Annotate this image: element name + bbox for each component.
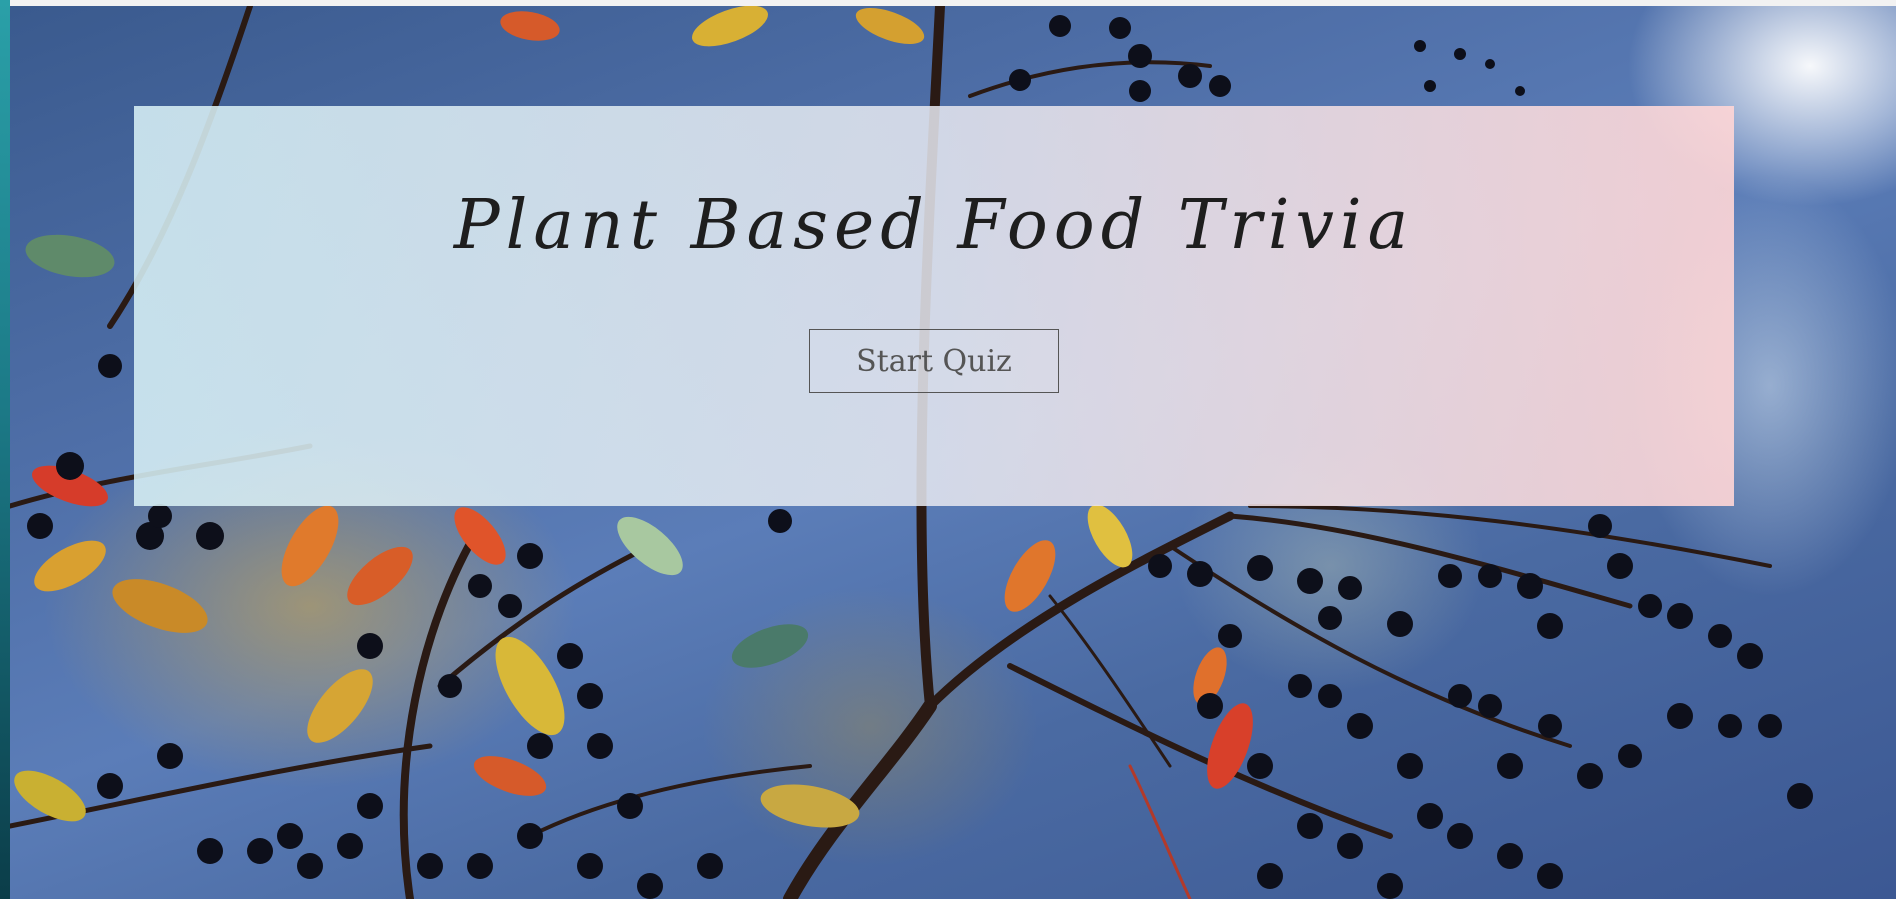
- page-title: Plant Based Food Trivia: [453, 186, 1415, 265]
- start-quiz-button[interactable]: Start Quiz: [809, 329, 1059, 393]
- left-edge: [0, 0, 10, 899]
- hero-panel: Plant Based Food Trivia Start Quiz: [134, 106, 1734, 506]
- page: Plant Based Food Trivia Start Quiz: [0, 0, 1896, 899]
